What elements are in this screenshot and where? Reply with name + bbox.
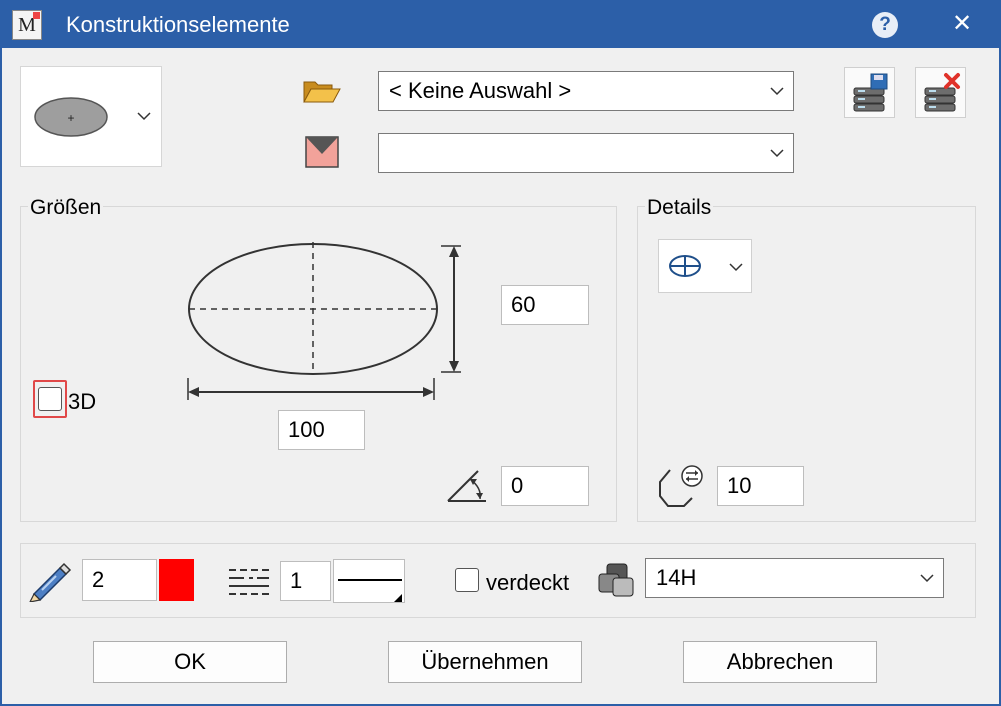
angle-icon xyxy=(447,470,486,502)
segments-field[interactable]: 10 xyxy=(717,466,804,506)
pen-thickness-field[interactable]: 2 xyxy=(82,559,157,601)
shape-selector[interactable]: + xyxy=(20,66,162,167)
hidden-checkbox[interactable] xyxy=(455,568,479,592)
ellipse-dimension-diagram xyxy=(187,242,461,400)
chevron-down-icon xyxy=(137,112,151,121)
linetype-field[interactable]: 1 xyxy=(280,561,331,601)
angle-field[interactable]: 0 xyxy=(501,466,589,506)
folder-icon xyxy=(303,81,341,103)
segments-icon xyxy=(659,465,703,507)
pen-color-swatch[interactable] xyxy=(159,559,194,601)
linetype-icon xyxy=(229,569,269,595)
layer-combo-value: 14H xyxy=(656,565,697,590)
width-field[interactable]: 100 xyxy=(278,410,365,450)
chevron-down-icon xyxy=(729,263,743,272)
delete-from-database-button[interactable] xyxy=(915,67,966,118)
svg-text:+: + xyxy=(67,111,74,125)
style-icon xyxy=(305,136,339,168)
ok-button[interactable]: OK xyxy=(93,641,287,683)
ellipse-icon: + xyxy=(34,97,108,137)
apply-button[interactable]: Übernehmen xyxy=(388,641,582,683)
window-title: Konstruktionselemente xyxy=(66,12,290,37)
detail-type-dropdown[interactable] xyxy=(658,239,752,293)
close-icon[interactable]: ✕ xyxy=(950,10,974,38)
save-to-database-button[interactable] xyxy=(844,67,895,118)
database-save-icon xyxy=(853,73,888,112)
window-border-left xyxy=(0,48,2,706)
threed-label: 3D xyxy=(68,389,97,414)
hidden-label: verdeckt xyxy=(486,570,570,595)
app-logo-icon[interactable]: M xyxy=(12,10,42,40)
chevron-down-icon xyxy=(770,87,784,96)
folder-combo[interactable]: < Keine Auswahl > xyxy=(378,71,794,111)
style-combo[interactable] xyxy=(378,133,794,173)
chevron-down-icon xyxy=(920,574,934,583)
details-group-label: Details xyxy=(645,196,714,220)
ellipse-crosshair-icon xyxy=(669,255,701,277)
threed-checkbox[interactable] xyxy=(38,387,62,411)
layer-icon xyxy=(598,563,634,597)
folder-combo-value: < Keine Auswahl > xyxy=(389,78,572,103)
solid-line-icon xyxy=(338,579,402,602)
database-delete-icon xyxy=(924,73,960,112)
help-icon[interactable]: ? xyxy=(872,12,898,38)
linetype-preview-button[interactable] xyxy=(333,559,405,603)
cancel-button[interactable]: Abbrechen xyxy=(683,641,877,683)
sizes-group-label: Größen xyxy=(28,196,104,220)
pen-icon xyxy=(29,562,72,602)
layer-combo[interactable]: 14H xyxy=(645,558,944,598)
height-field[interactable]: 60 xyxy=(501,285,589,325)
chevron-down-icon xyxy=(770,149,784,158)
